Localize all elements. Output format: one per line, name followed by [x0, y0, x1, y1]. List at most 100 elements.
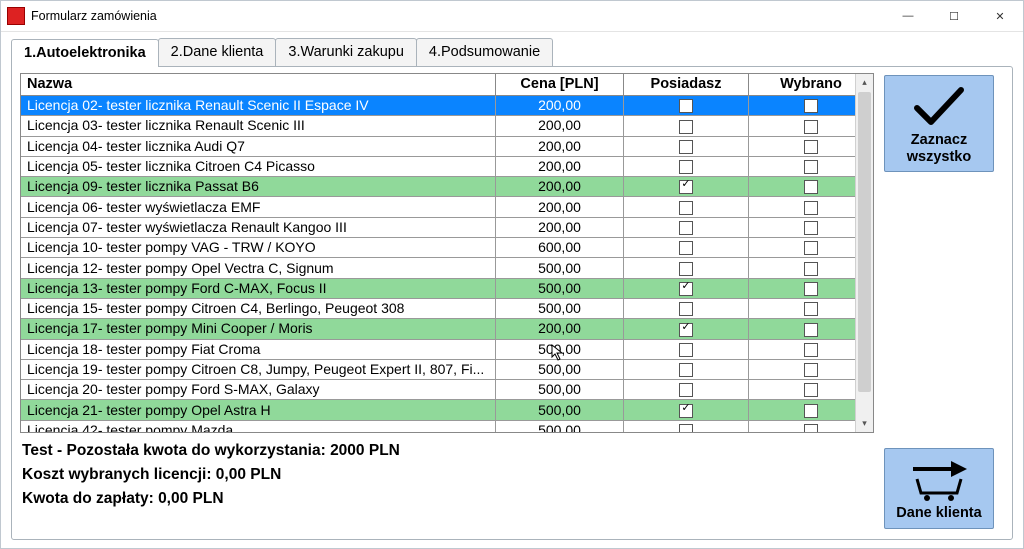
have-checkbox[interactable] — [679, 241, 693, 255]
select-all-label-2: wszystko — [889, 149, 989, 166]
summary: Test - Pozostała kwota do wykorzystania:… — [20, 439, 874, 511]
selected-checkbox[interactable] — [804, 383, 818, 397]
have-checkbox[interactable] — [679, 323, 693, 337]
have-checkbox[interactable] — [679, 343, 693, 357]
have-checkbox[interactable] — [679, 140, 693, 154]
app-icon — [7, 7, 25, 25]
select-all-label-1: Zaznacz — [889, 132, 989, 149]
right-pane: Zaznacz wszystko Dane klienta — [884, 73, 1004, 531]
selected-checkbox[interactable] — [804, 221, 818, 235]
cell-have — [624, 116, 749, 136]
cell-price: 500,00 — [496, 298, 624, 318]
table-row[interactable]: Licencja 04- tester licznika Audi Q7200,… — [21, 136, 873, 156]
cell-name: Licencja 02- tester licznika Renault Sce… — [21, 96, 496, 116]
window: Formularz zamówienia — ☐ ✕ 1.Autoelektro… — [0, 0, 1024, 549]
scroll-thumb[interactable] — [858, 92, 871, 392]
next-button[interactable]: Dane klienta — [884, 448, 994, 529]
table-row[interactable]: Licencja 20- tester pompy Ford S-MAX, Ga… — [21, 380, 873, 400]
cart-arrow-icon — [889, 457, 989, 501]
table-row[interactable]: Licencja 12- tester pompy Opel Vectra C,… — [21, 258, 873, 278]
col-header-have[interactable]: Posiadasz — [624, 74, 749, 96]
have-checkbox[interactable] — [679, 383, 693, 397]
table-row[interactable]: Licencja 19- tester pompy Citroen C8, Ju… — [21, 359, 873, 379]
cell-have — [624, 339, 749, 359]
have-checkbox[interactable] — [679, 282, 693, 296]
have-checkbox[interactable] — [679, 201, 693, 215]
selected-checkbox[interactable] — [804, 201, 818, 215]
table-row[interactable]: Licencja 42- tester pompy Mazda500,00 — [21, 420, 873, 433]
selected-checkbox[interactable] — [804, 323, 818, 337]
cell-name: Licencja 06- tester wyświetlacza EMF — [21, 197, 496, 217]
tab-podsumowanie[interactable]: 4.Podsumowanie — [416, 38, 553, 66]
table-row[interactable]: Licencja 17- tester pompy Mini Cooper / … — [21, 319, 873, 339]
license-table: Nazwa Cena [PLN] Posiadasz Wybrano Licen… — [21, 74, 873, 433]
cell-name: Licencja 04- tester licznika Audi Q7 — [21, 136, 496, 156]
have-checkbox[interactable] — [679, 404, 693, 418]
cell-name: Licencja 20- tester pompy Ford S-MAX, Ga… — [21, 380, 496, 400]
table-row[interactable]: Licencja 06- tester wyświetlacza EMF200,… — [21, 197, 873, 217]
selected-checkbox[interactable] — [804, 160, 818, 174]
have-checkbox[interactable] — [679, 302, 693, 316]
cell-have — [624, 96, 749, 116]
cell-name: Licencja 13- tester pompy Ford C-MAX, Fo… — [21, 278, 496, 298]
table-row[interactable]: Licencja 18- tester pompy Fiat Croma500,… — [21, 339, 873, 359]
cell-name: Licencja 18- tester pompy Fiat Croma — [21, 339, 496, 359]
have-checkbox[interactable] — [679, 221, 693, 235]
cell-name: Licencja 42- tester pompy Mazda — [21, 420, 496, 433]
scroll-down-icon[interactable]: ▾ — [856, 415, 873, 432]
tab-autoelektronika[interactable]: 1.Autoelektronika — [11, 39, 159, 67]
tab-warunki-zakupu[interactable]: 3.Warunki zakupu — [275, 38, 417, 66]
cell-price: 500,00 — [496, 258, 624, 278]
have-checkbox[interactable] — [679, 120, 693, 134]
have-checkbox[interactable] — [679, 160, 693, 174]
window-buttons: — ☐ ✕ — [885, 1, 1023, 31]
selected-checkbox[interactable] — [804, 262, 818, 276]
scrollbar[interactable]: ▴ ▾ — [855, 74, 873, 432]
minimize-button[interactable]: — — [885, 1, 931, 31]
cell-name: Licencja 17- tester pompy Mini Cooper / … — [21, 319, 496, 339]
selected-checkbox[interactable] — [804, 343, 818, 357]
selected-checkbox[interactable] — [804, 404, 818, 418]
tab-dane-klienta[interactable]: 2.Dane klienta — [158, 38, 277, 66]
table-row[interactable]: Licencja 13- tester pompy Ford C-MAX, Fo… — [21, 278, 873, 298]
selected-checkbox[interactable] — [804, 282, 818, 296]
have-checkbox[interactable] — [679, 99, 693, 113]
selected-checkbox[interactable] — [804, 180, 818, 194]
table-row[interactable]: Licencja 02- tester licznika Renault Sce… — [21, 96, 873, 116]
cell-have — [624, 177, 749, 197]
cell-name: Licencja 09- tester licznika Passat B6 — [21, 177, 496, 197]
selected-checkbox[interactable] — [804, 424, 818, 433]
have-checkbox[interactable] — [679, 424, 693, 433]
cell-price: 200,00 — [496, 96, 624, 116]
selected-checkbox[interactable] — [804, 241, 818, 255]
close-button[interactable]: ✕ — [977, 1, 1023, 31]
table-row[interactable]: Licencja 21- tester pompy Opel Astra H50… — [21, 400, 873, 420]
selected-checkbox[interactable] — [804, 120, 818, 134]
have-checkbox[interactable] — [679, 363, 693, 377]
select-all-button[interactable]: Zaznacz wszystko — [884, 75, 994, 172]
col-header-price[interactable]: Cena [PLN] — [496, 74, 624, 96]
cell-name: Licencja 12- tester pompy Opel Vectra C,… — [21, 258, 496, 278]
cell-price: 200,00 — [496, 156, 624, 176]
cell-have — [624, 380, 749, 400]
cell-price: 500,00 — [496, 400, 624, 420]
table-row[interactable]: Licencja 10- tester pompy VAG - TRW / KO… — [21, 238, 873, 258]
maximize-button[interactable]: ☐ — [931, 1, 977, 31]
have-checkbox[interactable] — [679, 180, 693, 194]
have-checkbox[interactable] — [679, 262, 693, 276]
selected-checkbox[interactable] — [804, 363, 818, 377]
table-row[interactable]: Licencja 03- tester licznika Renault Sce… — [21, 116, 873, 136]
selected-checkbox[interactable] — [804, 140, 818, 154]
table-row[interactable]: Licencja 09- tester licznika Passat B620… — [21, 177, 873, 197]
cell-have — [624, 197, 749, 217]
check-icon — [889, 84, 989, 128]
col-header-name[interactable]: Nazwa — [21, 74, 496, 96]
table-row[interactable]: Licencja 07- tester wyświetlacza Renault… — [21, 217, 873, 237]
selected-checkbox[interactable] — [804, 302, 818, 316]
scroll-up-icon[interactable]: ▴ — [856, 74, 873, 91]
selected-checkbox[interactable] — [804, 99, 818, 113]
table-row[interactable]: Licencja 05- tester licznika Citroen C4 … — [21, 156, 873, 176]
next-button-label: Dane klienta — [889, 505, 989, 522]
cell-price: 500,00 — [496, 359, 624, 379]
table-row[interactable]: Licencja 15- tester pompy Citroen C4, Be… — [21, 298, 873, 318]
